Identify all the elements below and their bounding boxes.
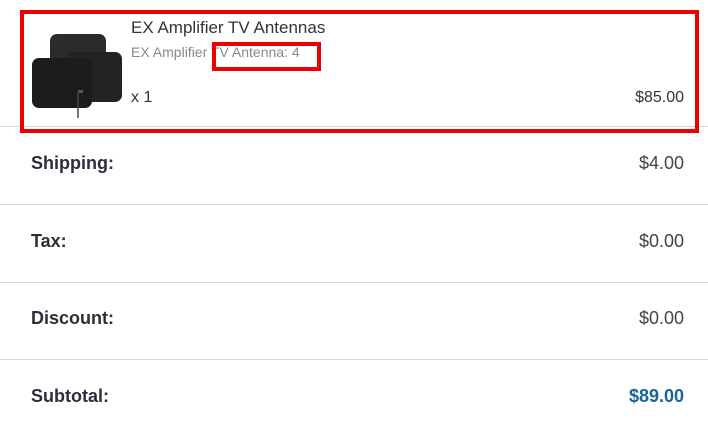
item-variant: EX Amplifier TV Antenna: 4 <box>131 44 300 60</box>
discount-row: Discount: $0.00 <box>0 282 708 360</box>
tax-row: Tax: $0.00 <box>0 205 708 283</box>
shipping-value: $4.00 <box>638 153 684 173</box>
item-quantity: x 1 <box>131 89 153 106</box>
tax-label: Tax: <box>31 231 67 251</box>
order-summary: EX Amplifier TV Antennas EX Amplifier TV… <box>0 0 708 434</box>
discount-value: $0.00 <box>638 308 684 328</box>
tax-value: $0.00 <box>638 231 684 251</box>
subtotal-label: Subtotal: <box>31 386 109 406</box>
item-price: $85.00 <box>635 89 684 106</box>
subtotal-value: $89.00 <box>628 386 684 406</box>
item-name[interactable]: EX Amplifier TV Antennas <box>131 18 325 38</box>
shipping-row: Shipping: $4.00 <box>0 127 708 205</box>
shipping-label: Shipping: <box>31 153 114 173</box>
discount-label: Discount: <box>31 308 114 328</box>
tv-antenna-product-image <box>32 34 122 118</box>
subtotal-row: Subtotal: $89.00 <box>0 360 708 434</box>
cart-item: EX Amplifier TV Antennas EX Amplifier TV… <box>0 0 708 127</box>
